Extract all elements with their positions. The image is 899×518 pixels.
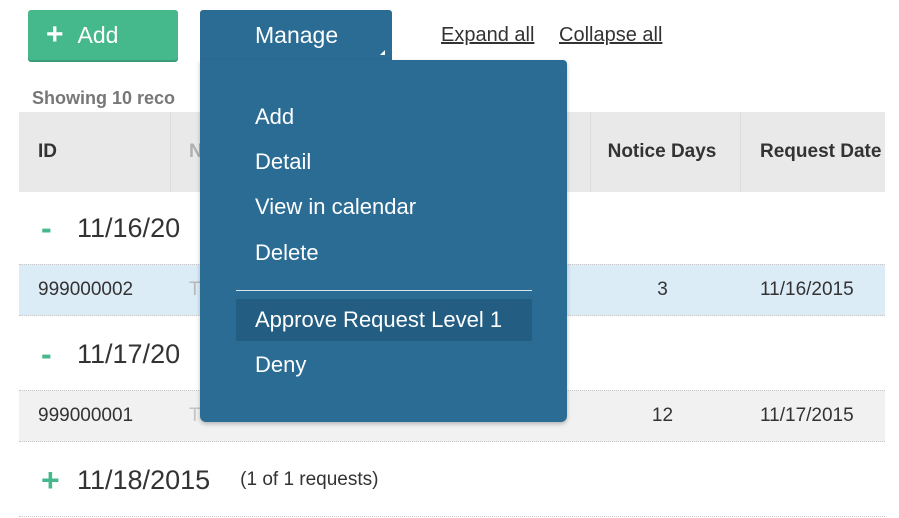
menu-item-view-in-calendar[interactable]: View in calendar [255, 194, 416, 220]
add-button-label: Add [77, 21, 119, 48]
group-date: 11/18/2015 [77, 464, 211, 495]
cell-notice-days: 3 [657, 279, 668, 300]
plus-icon: + [46, 18, 64, 51]
add-button[interactable]: + Add [28, 10, 178, 60]
column-header-label: Notice Days [607, 141, 717, 162]
column-header-label: Request Date [760, 141, 882, 162]
cell-name: T [189, 279, 201, 300]
cell-notice-days: 12 [651, 405, 674, 426]
column-header-request-date[interactable]: Request Date [741, 112, 885, 192]
column-header-label: ID [38, 141, 57, 162]
manage-button-label: Manage [255, 22, 339, 48]
menu-item-approve-request-level-1[interactable]: Approve Request Level 1 [236, 299, 532, 341]
cell-request-date: 11/17/2015 [760, 405, 854, 426]
menu-item-deny[interactable]: Deny [255, 352, 306, 378]
column-header-id[interactable]: ID [19, 112, 171, 192]
manage-dropdown-menu: Add Detail View in calendar Delete Appro… [200, 60, 567, 422]
caret-icon [380, 50, 385, 55]
collapse-icon[interactable]: - [41, 210, 77, 247]
collapse-all-link[interactable]: Collapse all [559, 24, 662, 47]
group-row[interactable]: + 11/18/2015 (1 of 1 requests) [19, 444, 885, 516]
group-request-count: (1 of 1 requests) [240, 469, 379, 490]
column-header-notice-days[interactable]: Notice Days [584, 112, 741, 192]
group-date: 11/16/20 [77, 212, 181, 243]
menu-item-delete[interactable]: Delete [255, 240, 319, 266]
manage-button[interactable]: Manage [200, 10, 392, 62]
group-date: 11/17/20 [77, 338, 181, 369]
cell-id: 999000001 [38, 405, 134, 426]
table-bottom-border [19, 516, 885, 517]
cell-id: 999000002 [38, 279, 134, 300]
menu-item-detail[interactable]: Detail [255, 149, 311, 175]
cell-name: T [189, 405, 201, 426]
showing-records-text: Showing 10 reco [32, 88, 176, 108]
menu-item-add[interactable]: Add [255, 104, 294, 130]
expand-icon[interactable]: + [41, 462, 77, 499]
menu-divider [236, 290, 532, 291]
cell-request-date: 11/16/2015 [760, 279, 854, 300]
collapse-icon[interactable]: - [41, 336, 77, 373]
expand-all-link[interactable]: Expand all [441, 24, 534, 47]
